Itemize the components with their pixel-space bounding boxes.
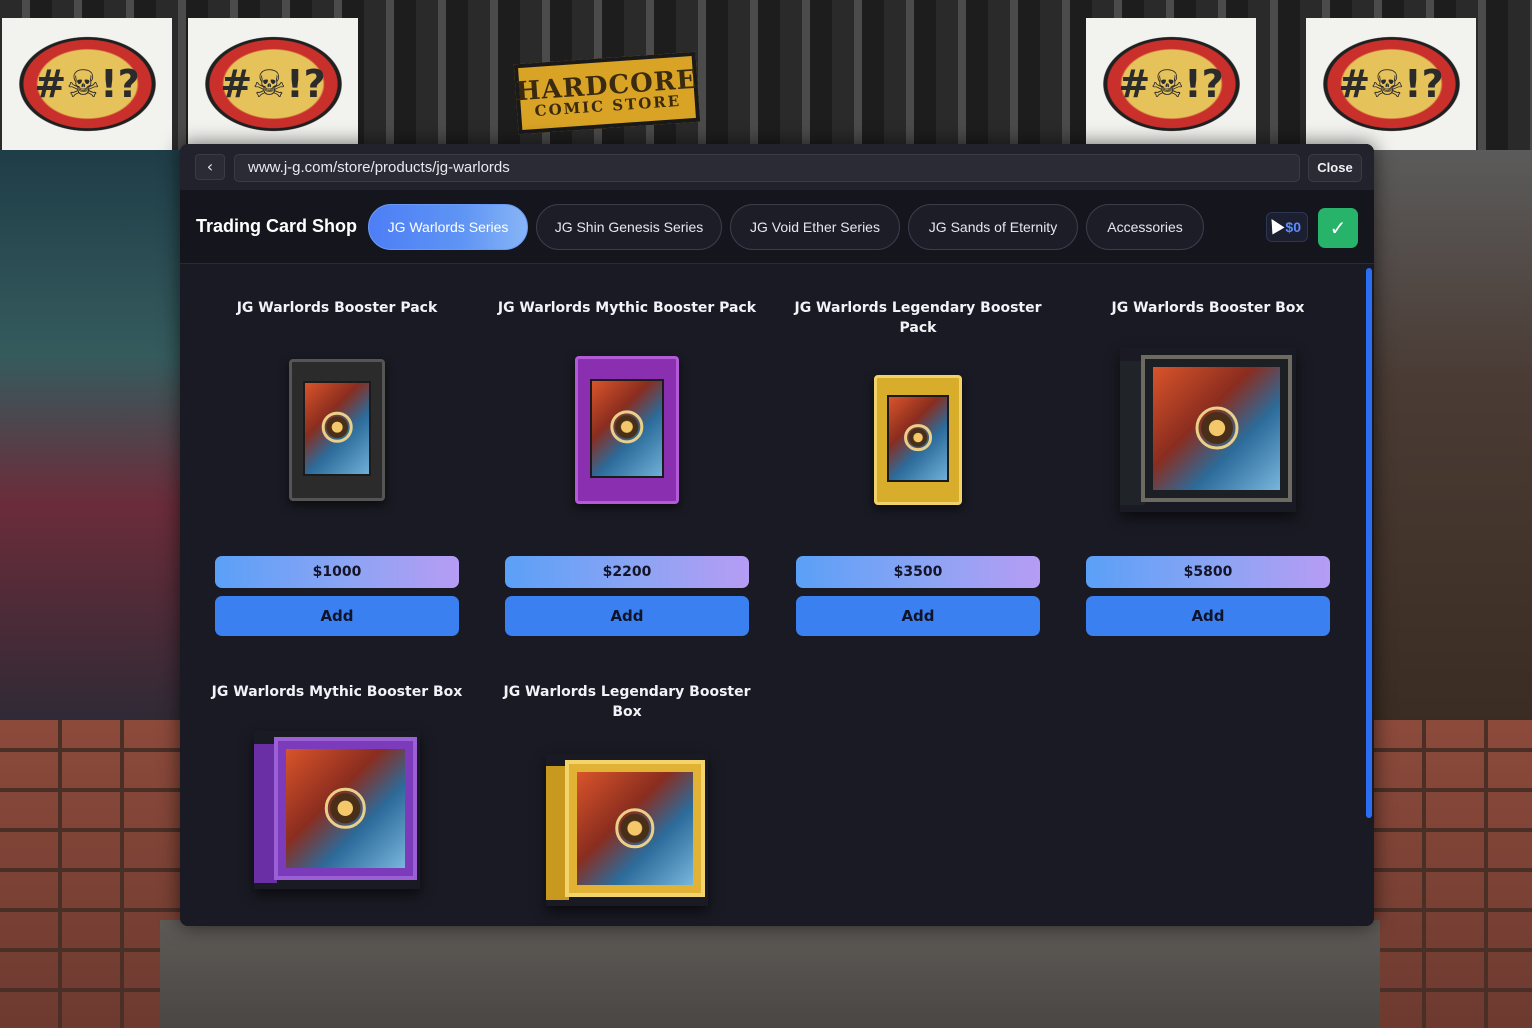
right-poster-wall xyxy=(1370,150,1532,730)
price-tag: $5800 xyxy=(1086,556,1330,588)
tab-jg-sands-of-eternity[interactable]: JG Sands of Eternity xyxy=(908,204,1078,250)
product-image xyxy=(796,340,1040,520)
black-booster-pack-image xyxy=(289,359,385,501)
product-title: JG Warlords Booster Pack xyxy=(236,300,438,316)
shop-window: ‹ www.j-g.com/store/products/jg-warlords… xyxy=(180,144,1374,926)
gold-booster-box-image xyxy=(546,754,708,906)
close-button[interactable]: Close xyxy=(1308,154,1362,182)
scrollbar[interactable] xyxy=(1366,268,1372,818)
tab-jg-shin-genesis-series[interactable]: JG Shin Genesis Series xyxy=(536,204,722,250)
comic-poster: #☠!? xyxy=(2,18,172,150)
gold-booster-pack-image xyxy=(874,375,962,505)
price-tag: $2200 xyxy=(505,556,749,588)
product-image xyxy=(215,720,459,900)
back-button[interactable]: ‹ xyxy=(195,154,225,180)
comic-poster: #☠!? xyxy=(1306,18,1476,150)
product-image xyxy=(505,740,749,920)
shop-navbar: Trading Card Shop JG Warlords Series JG … xyxy=(180,190,1374,264)
add-to-cart-button[interactable]: Add xyxy=(505,596,749,636)
product-title: JG Warlords Legendary Booster Box xyxy=(503,684,751,720)
add-to-cart-button[interactable]: Add xyxy=(1086,596,1330,636)
hardcore-comic-store-sign: HARDCORE COMIC STORE xyxy=(513,51,701,135)
tab-jg-warlords-series[interactable]: JG Warlords Series xyxy=(368,204,528,250)
confirm-checkmark-button[interactable]: ✓ xyxy=(1318,208,1358,248)
product-image xyxy=(1086,340,1330,520)
product-image xyxy=(505,340,749,520)
comic-poster: #☠!? xyxy=(188,18,358,150)
product-title: JG Warlords Mythic Booster Pack xyxy=(497,300,757,316)
product-title: JG Warlords Legendary Booster Pack xyxy=(794,300,1042,336)
comic-poster: #☠!? xyxy=(1086,18,1256,150)
tab-accessories[interactable]: Accessories xyxy=(1086,204,1204,250)
product-image xyxy=(215,340,459,520)
add-to-cart-button[interactable]: Add xyxy=(796,596,1040,636)
purple-booster-box-image xyxy=(254,731,420,889)
purple-booster-pack-image xyxy=(575,356,679,504)
add-to-cart-button[interactable]: Add xyxy=(215,596,459,636)
chevron-left-icon: ‹ xyxy=(206,157,214,176)
product-title: JG Warlords Booster Box xyxy=(1111,300,1305,316)
price-tag: $3500 xyxy=(796,556,1040,588)
black-booster-box-image xyxy=(1120,348,1296,512)
product-grid: JG Warlords Booster Pack $1000 Add JG Wa… xyxy=(180,264,1374,926)
left-comic-display xyxy=(0,150,190,740)
checkmark-icon: ✓ xyxy=(1329,216,1347,240)
product-title: JG Warlords Mythic Booster Box xyxy=(211,684,463,700)
tab-jg-void-ether-series[interactable]: JG Void Ether Series xyxy=(730,204,900,250)
doormat-area xyxy=(160,920,1380,1028)
url-field[interactable]: www.j-g.com/store/products/jg-warlords xyxy=(234,154,1300,182)
shop-title: Trading Card Shop xyxy=(196,216,358,236)
browser-bar: ‹ www.j-g.com/store/products/jg-warlords… xyxy=(180,144,1374,190)
price-tag: $1000 xyxy=(215,556,459,588)
